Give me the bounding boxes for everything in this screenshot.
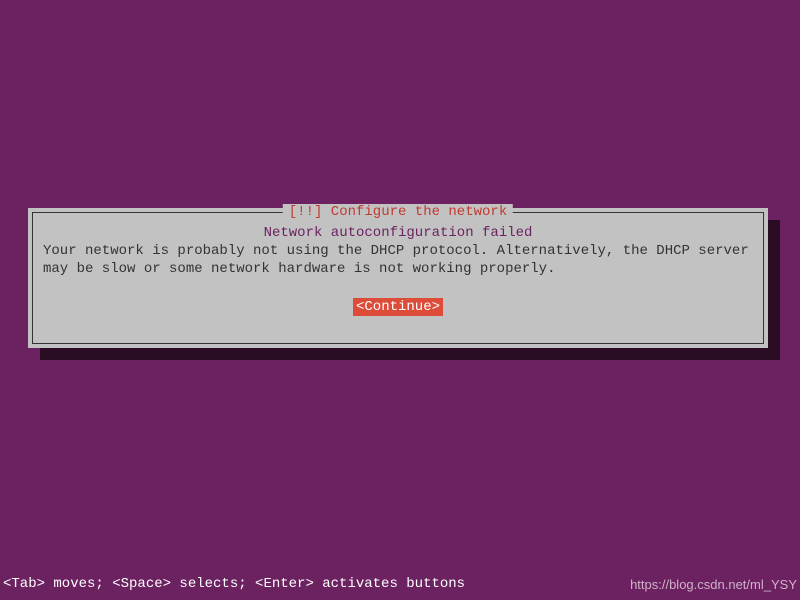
dialog-message: Your network is probably not using the D… [41, 243, 755, 278]
dialog-title: [!!] Configure the network [283, 204, 513, 220]
keyboard-help-text: <Tab> moves; <Space> selects; <Enter> ac… [3, 576, 465, 592]
button-row: <Continue> [41, 298, 755, 316]
watermark-text: https://blog.csdn.net/ml_YSY [630, 577, 797, 592]
continue-button[interactable]: <Continue> [353, 298, 443, 316]
dialog-subtitle: Network autoconfiguration failed [41, 225, 755, 241]
dialog-frame: [!!] Configure the network Network autoc… [32, 212, 764, 344]
status-bar: <Tab> moves; <Space> selects; <Enter> ac… [3, 576, 797, 592]
dialog-container: [!!] Configure the network Network autoc… [28, 208, 768, 348]
